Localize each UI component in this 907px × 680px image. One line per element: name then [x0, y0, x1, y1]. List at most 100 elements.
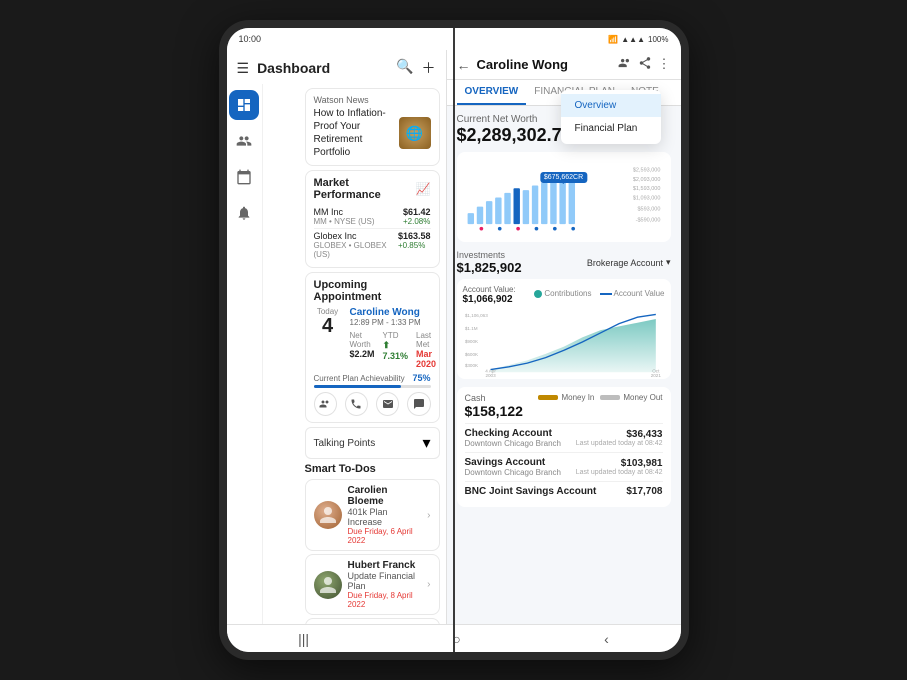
- inv-chart-header: Account Value: $1,066,902 Contributions: [463, 285, 665, 305]
- news-content: How to Inflation-Proof Your Retirement P…: [314, 107, 431, 159]
- header-right: 🔍 ＋: [396, 58, 435, 78]
- chart-icon: 📈: [416, 182, 431, 196]
- action-icon-chat[interactable]: [407, 392, 430, 416]
- talking-points[interactable]: Talking Points ▾: [305, 427, 440, 459]
- ytd-val: ⬆ 7.31%: [383, 340, 409, 361]
- nav-recents-icon[interactable]: |||: [298, 631, 309, 647]
- inv-chart-legend: Contributions Account Value: [534, 289, 664, 298]
- achievability-row: Current Plan Achievability 75%: [314, 373, 431, 383]
- talking-label: Talking Points: [314, 438, 376, 449]
- news-card[interactable]: Watson News How to Inflation-Proof Your …: [305, 88, 440, 166]
- right-panel: ← Caroline Wong ⋮ OVERV: [447, 50, 681, 624]
- market-exchange-globex: GLOBEX • GLOBEX (US): [314, 241, 398, 259]
- appointment-title: Upcoming Appointment: [314, 279, 431, 303]
- todo-task-hubert: Update Financial Plan: [348, 571, 422, 591]
- svg-text:$2,093,000: $2,093,000: [632, 177, 660, 183]
- left-content: Watson News How to Inflation-Proof Your …: [299, 84, 446, 624]
- sidebar-item-notifications[interactable]: [229, 198, 259, 228]
- market-name-mm: MM Inc: [314, 207, 375, 217]
- market-row-mm[interactable]: MM Inc MM • NYSE (US) $61.42 +2.08%: [314, 205, 431, 229]
- nav-back-icon[interactable]: ‹: [604, 631, 609, 647]
- investments-row: Investments $1,825,902 Brokerage Account…: [457, 250, 671, 275]
- right-header-left: ← Caroline Wong: [457, 57, 568, 73]
- brokerage-label: Brokerage Account: [587, 258, 663, 268]
- todo-item-carolien[interactable]: Carolien Bloeme 401k Plan Increase Due F…: [305, 479, 440, 551]
- inv-account-label: Account Value:: [463, 285, 516, 294]
- market-row-globex[interactable]: Globex Inc GLOBEX • GLOBEX (US) $163.58 …: [314, 229, 431, 261]
- hamburger-icon[interactable]: ☰: [237, 60, 250, 77]
- left-panel: ☰ Dashboard 🔍 ＋: [227, 50, 447, 624]
- brokerage-select[interactable]: Brokerage Account ▾: [587, 257, 671, 268]
- appointment-day: 4: [314, 316, 342, 336]
- back-icon[interactable]: ←: [457, 57, 471, 73]
- share-icon[interactable]: [638, 56, 652, 73]
- last-met-val: Mar 2020: [416, 349, 436, 369]
- client-name-header: Caroline Wong: [477, 57, 568, 72]
- net-worth-val: $2.2M: [350, 349, 375, 359]
- add-icon[interactable]: ＋: [422, 58, 436, 78]
- progress-bar-fill: [314, 385, 402, 388]
- cash-info: Cash $158,122: [465, 393, 523, 419]
- net-worth-chart: $675,662CR $2,593,000 $2,093,000 $1,593,…: [457, 152, 671, 242]
- market-card: Market Performance 📈 MM Inc MM • NYSE (U…: [305, 170, 440, 268]
- last-met-label: Last Met: [416, 331, 431, 349]
- left-body: Watson News How to Inflation-Proof Your …: [227, 84, 446, 624]
- appointment-client-name[interactable]: Caroline Wong: [350, 307, 437, 318]
- account-row-bnc[interactable]: BNC Joint Savings Account $17,708: [465, 481, 663, 501]
- context-menu-overview[interactable]: Overview: [561, 94, 661, 117]
- account-name-savings: Savings Account: [465, 457, 562, 468]
- ytd-label: YTD: [383, 331, 399, 340]
- right-header: ← Caroline Wong ⋮: [447, 50, 681, 80]
- market-change-mm: +2.08%: [403, 217, 431, 226]
- action-icon-mail[interactable]: [376, 392, 399, 416]
- account-row-checking[interactable]: Checking Account Downtown Chicago Branch…: [465, 423, 663, 452]
- appointment-date-box: Today 4: [314, 307, 342, 369]
- tab-overview[interactable]: OVERVIEW: [457, 80, 527, 105]
- cash-legend-in: Money In: [538, 393, 594, 402]
- svg-text:$1.1M: $1.1M: [464, 326, 477, 331]
- investments-value: $1,825,902: [457, 260, 522, 275]
- action-icon-people[interactable]: [314, 392, 337, 416]
- achievability-pct: 75%: [412, 373, 430, 383]
- search-icon[interactable]: 🔍: [396, 58, 413, 78]
- account-info-bnc: BNC Joint Savings Account: [465, 486, 597, 497]
- investments-label: Investments: [457, 250, 522, 260]
- account-name-checking: Checking Account: [465, 428, 562, 439]
- account-amount-checking: $36,433: [576, 429, 663, 440]
- account-pair-savings: Savings Account Downtown Chicago Branch …: [465, 457, 663, 477]
- net-worth-label: Net Worth: [350, 331, 371, 349]
- todo-item-hubert[interactable]: Hubert Franck Update Financial Plan Due …: [305, 554, 440, 615]
- sidebar-nav: [227, 84, 263, 624]
- inv-account-value: $1,066,902: [463, 294, 516, 305]
- market-header: Market Performance 📈: [314, 177, 431, 201]
- todo-avatar-carolien: [314, 501, 342, 529]
- cash-header: Cash $158,122 Money In: [465, 393, 663, 419]
- market-price-globex: $163.58 +0.85%: [398, 231, 431, 250]
- account-value-line: [600, 293, 612, 295]
- cash-section: Cash $158,122 Money In: [457, 387, 671, 507]
- todo-due-carolien: Due Friday, 6 April 2022: [348, 527, 422, 545]
- account-row-savings[interactable]: Savings Account Downtown Chicago Branch …: [465, 452, 663, 481]
- context-menu: Overview Financial Plan: [561, 90, 661, 144]
- svg-text:$1,093,000: $1,093,000: [632, 195, 660, 201]
- action-icon-phone[interactable]: [345, 392, 368, 416]
- account-info-savings: Savings Account Downtown Chicago Branch: [465, 457, 562, 477]
- appointment-content: Today 4 Caroline Wong 12:89 PM - 1:33 PM…: [314, 307, 431, 369]
- svg-text:$2,593,000: $2,593,000: [632, 168, 660, 174]
- people-icon[interactable]: [618, 56, 632, 73]
- status-time: 10:00: [239, 34, 262, 44]
- sidebar-item-contacts[interactable]: [229, 126, 259, 156]
- svg-text:$900K: $900K: [464, 339, 477, 344]
- account-amount-savings: $103,981: [576, 458, 663, 469]
- svg-text:$300K: $300K: [464, 363, 477, 368]
- progress-bar-bg: [314, 385, 431, 388]
- legend-account-value: Account Value: [600, 289, 665, 298]
- context-menu-financial-plan[interactable]: Financial Plan: [561, 117, 661, 140]
- signal-icon: ▲▲▲: [621, 35, 645, 44]
- market-name-globex: Globex Inc: [314, 231, 398, 241]
- market-info-mm: MM Inc MM • NYSE (US): [314, 207, 375, 226]
- todo-avatar-hubert: [314, 571, 342, 599]
- more-icon[interactable]: ⋮: [658, 56, 671, 73]
- sidebar-item-calendar[interactable]: [229, 162, 259, 192]
- sidebar-item-dashboard[interactable]: [229, 90, 259, 120]
